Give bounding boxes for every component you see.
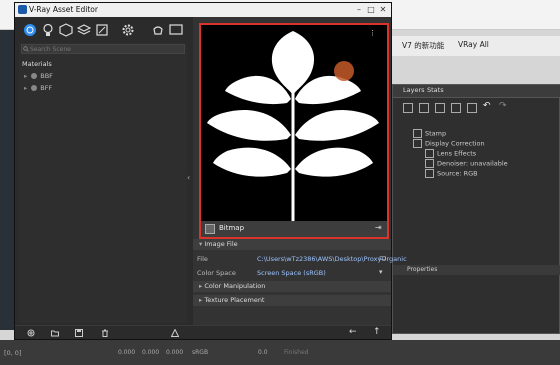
cursor-highlight [334, 61, 354, 81]
expand-arrow-icon[interactable]: ▸ [24, 72, 27, 80]
tab-layers[interactable]: Layers [403, 86, 425, 94]
material-swatch-icon [31, 85, 38, 91]
section-color-manipulation[interactable]: ▸ Color Manipulation [193, 281, 391, 292]
bg-tab-new-features[interactable]: V7 的新功能 [402, 40, 444, 51]
section-texture-placement[interactable]: ▸ Texture Placement [193, 295, 391, 306]
delete-icon[interactable] [101, 329, 109, 337]
layer-display-correction[interactable]: Display Correction [413, 139, 485, 148]
maximize-button[interactable]: □ [365, 4, 377, 15]
arrow-left-icon[interactable]: ← [349, 327, 357, 337]
render-status: Finished [284, 349, 309, 356]
add-asset-icon[interactable] [27, 329, 35, 337]
save-icon[interactable] [75, 329, 83, 337]
materials-header: Materials [22, 60, 52, 68]
background-status-bar: [0, 0] 0.000 0.000 0.000 sRGB 0.0 Finish… [0, 340, 560, 365]
layer-source-rgb[interactable]: Source: RGB [425, 169, 478, 178]
open-folder-icon[interactable] [51, 329, 59, 337]
bitmap-texture-icon [205, 224, 215, 234]
load-layer-icon[interactable] [435, 103, 445, 113]
asset-list-panel: Search Scene Materials ▸ BBF ▸ BFF [19, 43, 187, 323]
preview-options-icon[interactable]: ⋮ [369, 29, 376, 37]
collapse-panel-icon[interactable]: ‹ [187, 173, 190, 182]
section-image-file[interactable]: ▾ Image File [193, 239, 391, 250]
value-g: 0.000 [142, 349, 160, 356]
asset-editor-window: V-Ray Asset Editor – □ ✕ Search Scene Ma… [14, 2, 407, 340]
minimize-button[interactable]: – [353, 4, 365, 15]
purge-icon[interactable] [171, 329, 179, 337]
layer-stamp[interactable]: Stamp [413, 129, 446, 138]
bottom-toolbar: ← ↑ [15, 325, 391, 339]
background-left-strip [0, 30, 14, 330]
search-icon [23, 46, 29, 52]
render-teapot-icon[interactable] [151, 23, 165, 37]
material-swatch-icon [31, 73, 38, 79]
redo-icon[interactable]: ↷ [499, 101, 507, 111]
bitmap-preview: ⋮ [199, 23, 389, 223]
file-label: File [197, 255, 208, 263]
denoiser-icon [425, 159, 434, 168]
zero-value: 0.0 [258, 349, 268, 356]
layer-toolbar: ↶ ↷ [403, 101, 553, 115]
stamp-icon [413, 129, 422, 138]
frame-buffer-icon[interactable] [169, 23, 183, 37]
material-item[interactable]: ▸ BBF [24, 72, 53, 80]
value-r: 0.000 [118, 349, 136, 356]
layers-icon[interactable] [77, 23, 91, 37]
background-tabs: V7 的新功能 VRay All [392, 36, 560, 56]
display-correction-icon [413, 139, 422, 148]
srgb-label: sRGB [192, 349, 209, 356]
leaf-bitmap-image [201, 25, 387, 221]
bitmap-label: Bitmap [219, 224, 245, 232]
list-icon[interactable] [467, 103, 477, 113]
lens-effects-icon [425, 149, 434, 158]
vray-logo-icon [18, 5, 27, 14]
title-bar[interactable]: V-Ray Asset Editor – □ ✕ [15, 3, 391, 17]
colorspace-select[interactable]: Screen Space (sRGB) [257, 269, 326, 277]
value-b: 0.000 [166, 349, 184, 356]
preview-bar: Bitmap ⇥ [199, 221, 389, 239]
save-layer-icon[interactable] [419, 103, 429, 113]
colorspace-dropdown-icon[interactable]: ▾ [379, 268, 383, 276]
tab-stats[interactable]: Stats [427, 86, 444, 94]
layer-lens-effects[interactable]: Lens Effects [425, 149, 476, 158]
settings-gear-icon[interactable] [121, 23, 135, 37]
frame-buffer-panel: Layers Stats ↶ ↷ Stamp Display Correctio… [392, 84, 560, 334]
materials-icon[interactable] [23, 23, 37, 37]
add-layer-icon[interactable] [403, 103, 413, 113]
lights-icon[interactable] [41, 23, 55, 37]
source-icon [425, 169, 434, 178]
colorspace-label: Color Space [197, 269, 236, 277]
window-title: V-Ray Asset Editor [29, 5, 98, 14]
browse-folder-icon[interactable]: ▭ [379, 253, 387, 262]
asset-properties-panel: ⋮ Bitmap ⇥ ▾ Image File File C:\Users\wT… [193, 17, 407, 337]
geometry-icon[interactable] [59, 23, 73, 37]
close-button[interactable]: ✕ [377, 4, 389, 15]
arrow-up-icon[interactable]: ↑ [373, 327, 381, 337]
expand-arrow-icon[interactable]: ▸ [24, 84, 27, 92]
coords-readout: [0, 0] [4, 349, 22, 357]
material-item[interactable]: ▸ BFF [24, 84, 52, 92]
properties-header: Properties [407, 266, 438, 273]
layer-denoiser[interactable]: Denoiser: unavailable [425, 159, 508, 168]
open-in-new-icon[interactable]: ⇥ [375, 223, 382, 232]
textures-icon[interactable] [95, 23, 109, 37]
delete-layer-icon[interactable] [451, 103, 461, 113]
bg-tab-vray-all[interactable]: VRay All [458, 40, 489, 49]
search-input[interactable]: Search Scene [21, 44, 185, 54]
undo-icon[interactable]: ↶ [483, 101, 491, 111]
